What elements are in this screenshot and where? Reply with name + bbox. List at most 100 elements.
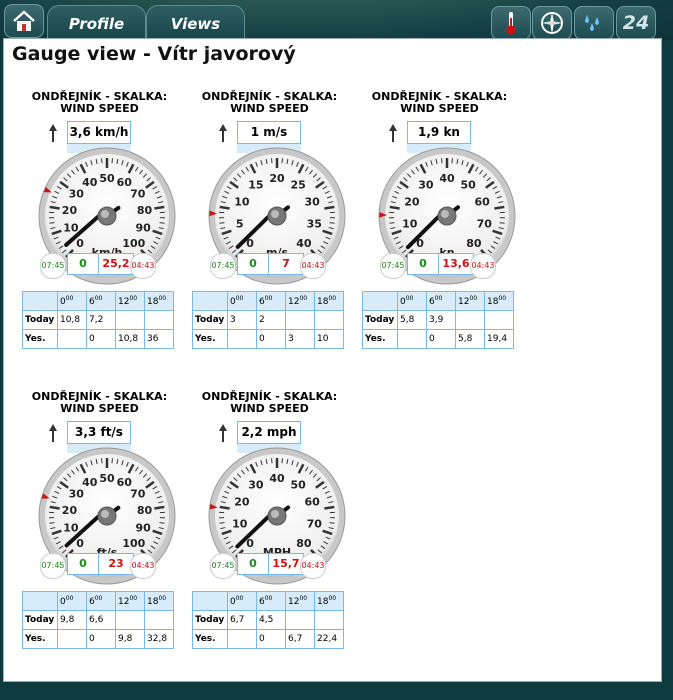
history-cell: 7,2 (86, 310, 116, 330)
gauge-tick-label: 20 (62, 204, 78, 217)
history-row-label: Today (362, 310, 398, 330)
history-row-yes: Yes. 0 5,8 19,4 (362, 329, 514, 349)
gauge-title: ONDŘEJNÍK - SKALKA: WIND SPEED (192, 391, 347, 415)
min-value: 0 (68, 554, 99, 574)
history-table: 000 600 1200 1800 Today 9,8 6,6 Yes. 0 9,8 32,8 (22, 591, 174, 649)
gauge-tick-label: 40 (82, 476, 98, 489)
tab-views[interactable]: Views (146, 5, 245, 41)
min-time: 07:45 (40, 553, 66, 579)
history-cell: 0 (426, 329, 456, 349)
gauge-tick (329, 222, 335, 224)
gauge-tick-label: 70 (130, 188, 146, 201)
gauge-title: ONDŘEJNÍK - SKALKA: WIND SPEED (22, 91, 177, 115)
gauge-tick-label: 70 (130, 488, 146, 501)
history-cell (285, 310, 315, 330)
tab-profile[interactable]: Profile (47, 5, 146, 41)
history-cell: 10 (314, 329, 344, 349)
gauge-title: ONDŘEJNÍK - SKALKA: WIND SPEED (192, 91, 347, 115)
history-header-row: 000 600 1200 1800 (192, 591, 344, 611)
history-cell: 36 (144, 329, 174, 349)
min-max-readout: 0 15,7 (237, 553, 304, 575)
gauge-tick-label: 50 (99, 472, 115, 485)
tab-profile-label: Profile (68, 14, 125, 33)
thermometer-icon (506, 12, 516, 35)
history-cell (57, 329, 87, 349)
max-value: 23 (108, 557, 124, 570)
hour-suffix: 00 (264, 295, 273, 302)
wind-direction-arrow-icon (219, 124, 227, 142)
gauge-title-line2: WIND SPEED (60, 102, 139, 115)
current-value: 2,2 mph (237, 421, 301, 444)
history-corner-cell (22, 591, 58, 611)
gauge-tick (219, 522, 225, 524)
gauge-hub-highlight (101, 510, 109, 518)
history-cell (115, 610, 145, 630)
hour-header: 1800 (144, 291, 174, 311)
hour-header: 600 (86, 291, 116, 311)
gauge-tick-label: 90 (135, 522, 151, 535)
gauge-tick-label: 10 (232, 517, 248, 530)
precipitation-button[interactable] (574, 6, 614, 40)
gauge-tick-label: 90 (135, 222, 151, 235)
history-cell: 3,9 (426, 310, 456, 330)
gauge-tick-label: 30 (69, 488, 85, 501)
history-cell (455, 310, 485, 330)
history-header-row: 000 600 1200 1800 (22, 291, 174, 311)
history-row-yes: Yes. 0 6,7 22,4 (192, 629, 344, 649)
history-table: 000 600 1200 1800 Today 6,7 4,5 Yes. 0 6,7 22,4 (192, 591, 344, 649)
min-time: 07:45 (380, 253, 406, 279)
temperature-button[interactable] (491, 6, 531, 40)
hour-header: 600 (256, 291, 286, 311)
date-badge: 24 (622, 12, 650, 34)
gauge-title-line2: WIND SPEED (230, 402, 309, 415)
gauge-tick-label: 50 (290, 478, 306, 491)
history-cell (314, 610, 344, 630)
history-table: 000 600 1200 1800 Today 10,8 7,2 Yes. 0 10,8 36 (22, 291, 174, 349)
hour-header: 600 (426, 291, 456, 311)
wind-button[interactable] (532, 6, 572, 40)
gauge-tick (159, 522, 165, 524)
hour-suffix: 00 (94, 295, 103, 302)
min-value: 0 (408, 254, 439, 274)
gauge-tick (324, 505, 335, 510)
gauge-tick-label: 20 (234, 495, 250, 508)
wind-direction-arrow-icon (389, 124, 397, 142)
gauge-tick-label: 10 (63, 222, 79, 235)
hour-suffix: 00 (235, 295, 244, 302)
hour-header: 000 (227, 291, 257, 311)
max-time: 04:43 (130, 553, 156, 579)
home-button[interactable] (4, 4, 44, 38)
gauge-tick-label: 30 (69, 188, 85, 201)
gauge-tick (49, 522, 55, 524)
hour-suffix: 00 (434, 295, 443, 302)
gauge-tick (219, 505, 230, 510)
min-max-readout: 07 (237, 253, 304, 275)
history-row-today: Today 6,7 4,5 (192, 610, 344, 630)
history-header-row: 000 600 1200 1800 (362, 291, 514, 311)
history-cell (314, 310, 344, 330)
hour-suffix: 00 (129, 295, 138, 302)
gauge-tick-label: 30 (248, 478, 264, 491)
gauge-title: ONDŘEJNÍK - SKALKA: WIND SPEED (22, 391, 177, 415)
gauge-tick (49, 205, 60, 210)
history-cell: 5,8 (397, 310, 427, 330)
gauge-tick-label: 25 (290, 178, 305, 191)
hour-value: 18 (147, 597, 159, 607)
min-value: 0 (238, 554, 269, 574)
gauge-card: ONDŘEJNÍK - SKALKA: WIND SPEED 2,2 mph 0 10 2… (192, 391, 347, 651)
history-row-label: Yes. (192, 329, 228, 349)
gauge-tick-label: 5 (236, 217, 244, 230)
daily-summary-button[interactable]: 24 (616, 6, 656, 40)
history-cell: 10,8 (57, 310, 87, 330)
gauge-tick (49, 222, 55, 224)
min-time: 07:45 (210, 253, 236, 279)
history-cell (144, 610, 174, 630)
hour-suffix: 00 (469, 295, 478, 302)
gauge-tick (154, 505, 165, 510)
history-cell: 4,5 (256, 610, 286, 630)
gauge-title: ONDŘEJNÍK - SKALKA: WIND SPEED (362, 91, 517, 115)
history-row-today: Today 3 2 (192, 310, 344, 330)
hour-value: 12 (458, 297, 470, 307)
gauge-card: ONDŘEJNÍK - SKALKA: WIND SPEED 3,6 km/h 0 10… (22, 91, 177, 351)
hour-header: 1200 (115, 591, 145, 611)
